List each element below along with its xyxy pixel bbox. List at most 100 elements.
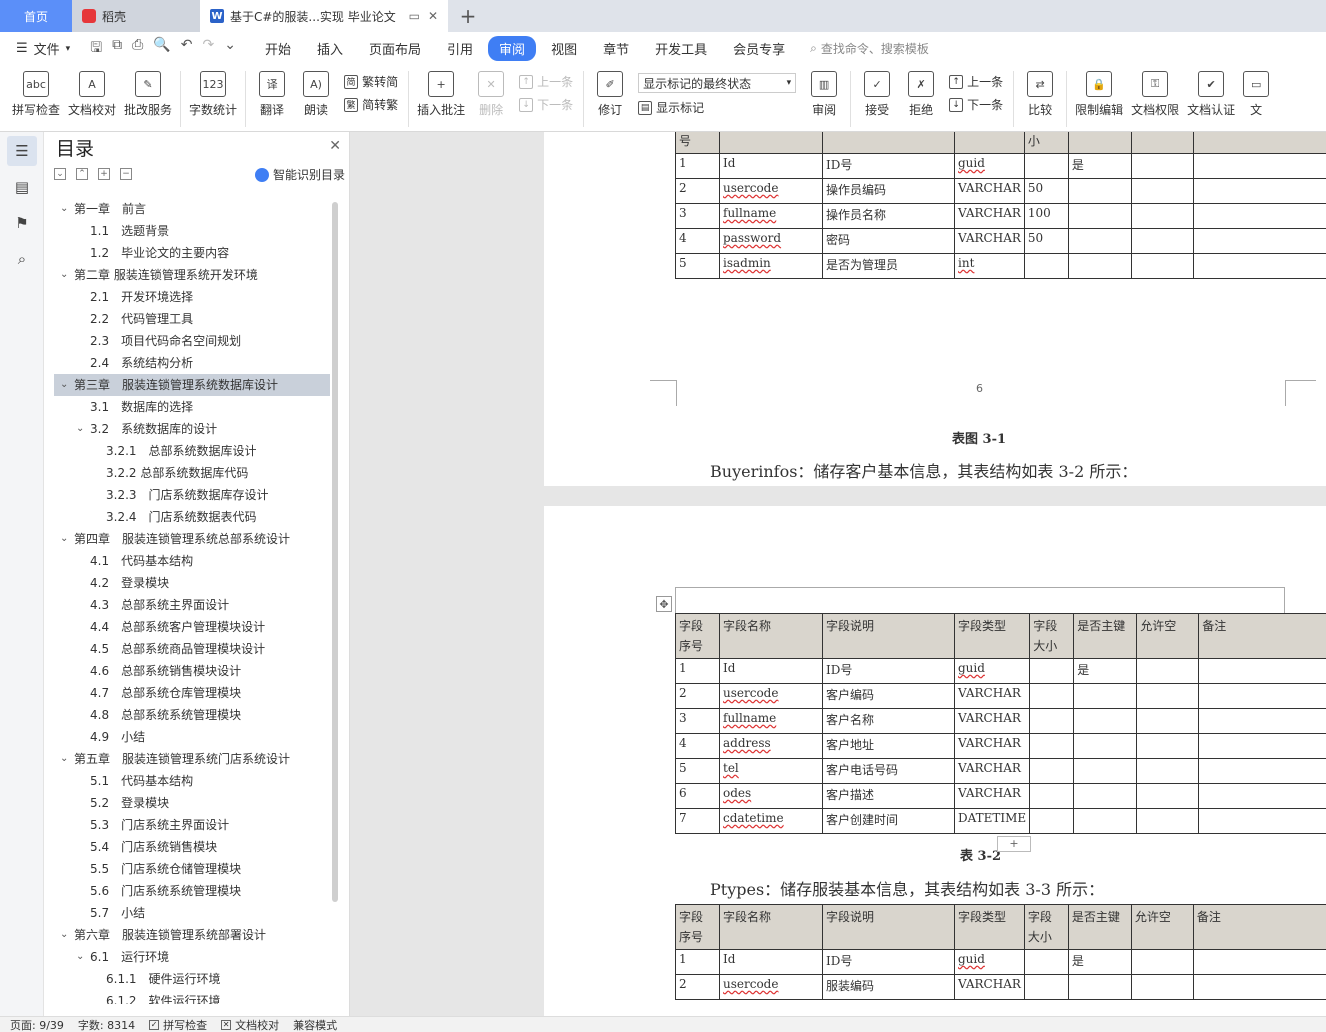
print-icon[interactable]: ⎙ [132, 37, 143, 61]
toc-item[interactable]: 4.8 总部系统系统管理模块 [54, 704, 330, 726]
menu-tab[interactable]: 章节 [592, 36, 640, 61]
table-cell[interactable]: 1 [675, 949, 720, 975]
menu-tab[interactable]: 开发工具 [644, 36, 718, 61]
move-table-icon[interactable]: ✥ [656, 596, 672, 612]
table-cell[interactable]: 客户编码 [822, 683, 955, 709]
table-cell[interactable]: 服装编码 [822, 974, 955, 1000]
table-cell[interactable]: 是 [1073, 658, 1138, 684]
toc-item[interactable]: 5.4 门店系统销售模块 [54, 836, 330, 858]
table-cell[interactable] [1136, 758, 1200, 784]
table-cell[interactable]: 2 [675, 683, 720, 709]
table-cell[interactable]: fullname [719, 708, 823, 734]
table-cell[interactable]: 客户地址 [822, 733, 955, 759]
prev-revision-button[interactable]: ↑ 上一条 [949, 73, 1003, 90]
word-count-indicator[interactable]: 字数: 8314 [78, 1017, 135, 1032]
toc-item[interactable]: ⌄ 第四章 服装连锁管理系统总部系统设计 [54, 528, 330, 550]
next-comment-button[interactable]: ↓ 下一条 [519, 96, 573, 113]
toc-item[interactable]: 4.7 总部系统仓库管理模块 [54, 682, 330, 704]
table-cell[interactable] [1067, 974, 1132, 1000]
table-cell[interactable]: ID号 [822, 153, 955, 179]
toc-item[interactable]: 3.2.1 总部系统数据库设计 [54, 440, 330, 462]
table-cell[interactable] [1067, 203, 1132, 229]
table-cell[interactable]: password [719, 228, 823, 254]
table-cell[interactable] [1073, 808, 1138, 834]
table-cell[interactable]: ID号 [822, 658, 955, 684]
compare-button[interactable]: ⇄ 比较 [1018, 65, 1062, 118]
table-cell[interactable]: VARCHAR [953, 683, 1031, 709]
table-cell[interactable]: 密码 [822, 228, 955, 254]
toc-item[interactable]: 5.5 门店系统仓储管理模块 [54, 858, 330, 880]
menu-tab[interactable]: 开始 [254, 36, 302, 61]
new-tab-button[interactable]: + [448, 0, 488, 32]
toc-item[interactable]: ⌄ 3.2 系统数据库的设计 [54, 418, 330, 440]
toc-scrollbar[interactable] [332, 202, 338, 902]
table-cell[interactable] [1130, 203, 1194, 229]
page-indicator[interactable]: 页面: 9/39 [10, 1017, 64, 1032]
toc-item[interactable]: 4.5 总部系统商品管理模块设计 [54, 638, 330, 660]
bookmark-icon[interactable]: ⚑ [7, 208, 37, 238]
table-cell[interactable] [1198, 708, 1326, 734]
table-cell[interactable]: 3 [675, 203, 720, 229]
undo-icon[interactable]: ↶ [181, 37, 193, 61]
toc-item[interactable]: 4.6 总部系统销售模块设计 [54, 660, 330, 682]
table-cell[interactable]: ID号 [822, 949, 955, 975]
table-cell[interactable] [1192, 974, 1326, 1000]
menu-tab[interactable]: 会员专享 [722, 36, 796, 61]
table-cell[interactable] [1067, 228, 1132, 254]
add-item-icon[interactable]: + [98, 168, 110, 180]
revise-button[interactable]: ✐ 修订 [588, 65, 632, 118]
table-cell[interactable]: tel [719, 758, 823, 784]
table-cell[interactable]: DATETIME [953, 808, 1031, 834]
table-cell[interactable] [1198, 758, 1326, 784]
table-cell[interactable]: 客户名称 [822, 708, 955, 734]
doc-certify-button[interactable]: ✔ 文档认证 [1183, 65, 1239, 118]
table-cell[interactable] [1067, 178, 1132, 204]
toc-item[interactable]: 4.2 登录模块 [54, 572, 330, 594]
table-cell[interactable] [1192, 949, 1326, 975]
table-cell[interactable]: VARCHAR [953, 708, 1031, 734]
toc-item[interactable]: ⌄ 第六章 服装连锁管理系统部署设计 [54, 924, 330, 946]
proofread-status[interactable]: ✕ 文档校对 [221, 1017, 279, 1032]
markup-state-select[interactable]: 显示标记的最终状态 ▾ [638, 73, 797, 93]
toc-item[interactable]: 1.2 毕业论文的主要内容 [54, 242, 330, 264]
spell-check-status[interactable]: ✓ 拼写检查 [149, 1017, 207, 1032]
smart-toc-button[interactable]: 智能识别目录 [254, 166, 345, 183]
table-cell[interactable]: usercode [719, 683, 823, 709]
table-cell[interactable]: guid [953, 658, 1031, 684]
tab-document[interactable]: W 基于C#的服装...实现 毕业论文 ▭ ✕ [200, 0, 448, 32]
table-cell[interactable]: VARCHAR [953, 733, 1031, 759]
annotation-service-button[interactable]: ✎ 批改服务 [120, 65, 176, 118]
toc-item[interactable]: 4.4 总部系统客户管理模块设计 [54, 616, 330, 638]
table-cell[interactable]: fullname [719, 203, 823, 229]
next-revision-button[interactable]: ↓ 下一条 [949, 96, 1003, 113]
table-cell[interactable]: VARCHAR [954, 203, 1025, 229]
table-cell[interactable] [1130, 178, 1194, 204]
table-cell[interactable] [1136, 783, 1200, 809]
table-cell[interactable] [1130, 253, 1194, 279]
toc-item[interactable]: 2.4 系统结构分析 [54, 352, 330, 374]
toc-item[interactable]: 3.2.3 门店系统数据库存设计 [54, 484, 330, 506]
table-cell[interactable]: 操作员名称 [822, 203, 955, 229]
table-cell[interactable]: 2 [675, 178, 720, 204]
toc-item[interactable]: ⌄ 第二章 服装连锁管理系统开发环境 [54, 264, 330, 286]
table-cell[interactable]: Id [719, 949, 823, 975]
show-markup-button[interactable]: ▤ 显示标记 [638, 99, 796, 116]
toc-item[interactable]: 3.2.4 门店系统数据表代码 [54, 506, 330, 528]
delete-comment-button[interactable]: ✕ 删除 [469, 65, 513, 118]
table-cell[interactable]: VARCHAR [953, 783, 1031, 809]
table-cell[interactable] [1130, 153, 1194, 179]
toc-item[interactable]: 5.3 门店系统主界面设计 [54, 814, 330, 836]
table-cell[interactable]: 客户描述 [822, 783, 955, 809]
table-cell[interactable]: guid [954, 949, 1025, 975]
menu-tab[interactable]: 插入 [306, 36, 354, 61]
table-cell[interactable] [1136, 658, 1200, 684]
toc-item[interactable]: 6.1.2 软件运行环境 [54, 990, 330, 1004]
tab-home[interactable]: 首页 [0, 0, 72, 32]
toc-item[interactable]: 5.6 门店系统系统管理模块 [54, 880, 330, 902]
table-cell[interactable]: 7 [675, 808, 720, 834]
table-cell[interactable]: 100 [1023, 203, 1069, 229]
table-cell[interactable] [1029, 733, 1075, 759]
table-cell[interactable] [1073, 783, 1138, 809]
table-cell[interactable] [1192, 178, 1326, 204]
toc-item[interactable]: 4.3 总部系统主界面设计 [54, 594, 330, 616]
